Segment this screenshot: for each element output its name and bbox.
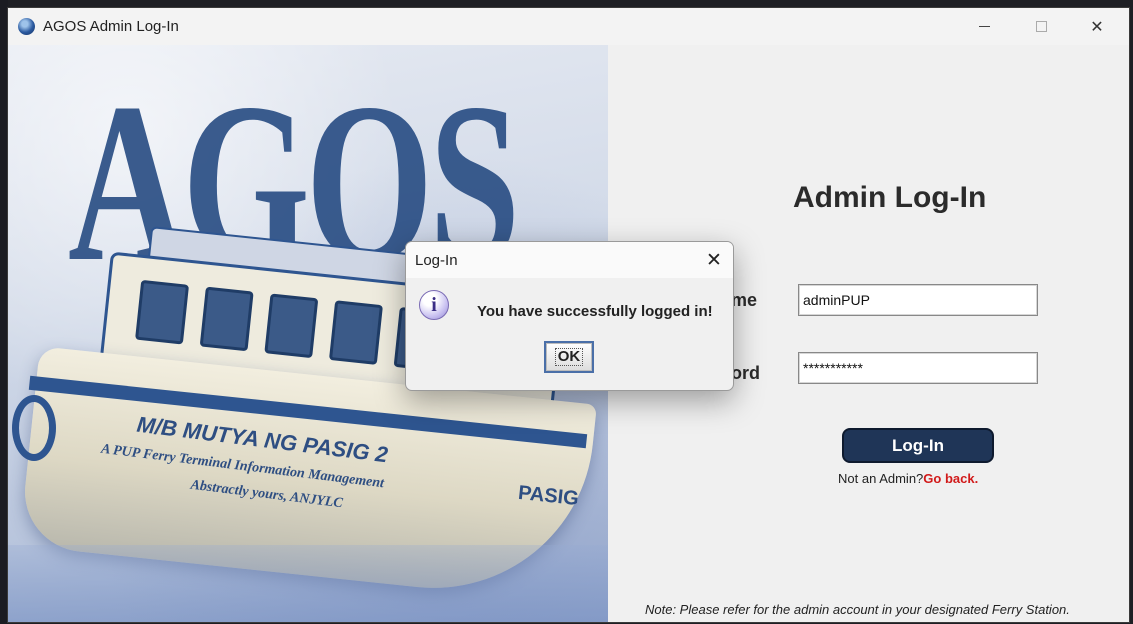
info-icon: i <box>419 290 449 320</box>
not-admin-row: Not an Admin?Go back. <box>838 471 978 486</box>
water <box>8 545 608 622</box>
dialog-title: Log-In <box>415 252 458 269</box>
minimize-button[interactable] <box>961 8 1007 45</box>
app-window: AGOS Admin Log-In ✕ AGOS M/B MUTYA NG PA… <box>7 7 1130 623</box>
dialog-title-bar: Log-In ✕ <box>406 242 733 278</box>
boat-window <box>264 293 319 359</box>
maximize-button[interactable] <box>1018 8 1064 45</box>
boat-window <box>328 300 383 365</box>
maximize-icon <box>1035 21 1047 32</box>
minimize-icon <box>978 26 990 27</box>
username-field[interactable]: adminPUP <box>798 284 1038 316</box>
title-bar: AGOS Admin Log-In ✕ <box>8 8 1129 45</box>
close-icon: ✕ <box>706 249 722 271</box>
login-button[interactable]: Log-In <box>842 428 994 463</box>
life-ring-icon <box>12 395 56 461</box>
boat-window <box>135 279 190 345</box>
footer-note: Note: Please refer for the admin account… <box>645 602 1070 617</box>
window-title: AGOS Admin Log-In <box>43 18 179 35</box>
go-back-link[interactable]: Go back. <box>923 471 978 486</box>
login-success-dialog: Log-In ✕ i You have successfully logged … <box>405 241 734 391</box>
ok-button-label: OK <box>554 348 584 366</box>
dialog-message: You have successfully logged in! <box>477 303 713 320</box>
password-field[interactable]: *********** <box>798 352 1038 384</box>
close-icon: ✕ <box>1090 18 1104 36</box>
app-logo-icon <box>18 18 35 35</box>
ok-button[interactable]: OK <box>544 341 594 373</box>
not-admin-text: Not an Admin? <box>838 471 924 486</box>
page-title: Admin Log-In <box>793 181 987 214</box>
boat-window <box>199 286 254 352</box>
dialog-close-button[interactable]: ✕ <box>702 247 726 273</box>
close-button[interactable]: ✕ <box>1074 8 1120 45</box>
